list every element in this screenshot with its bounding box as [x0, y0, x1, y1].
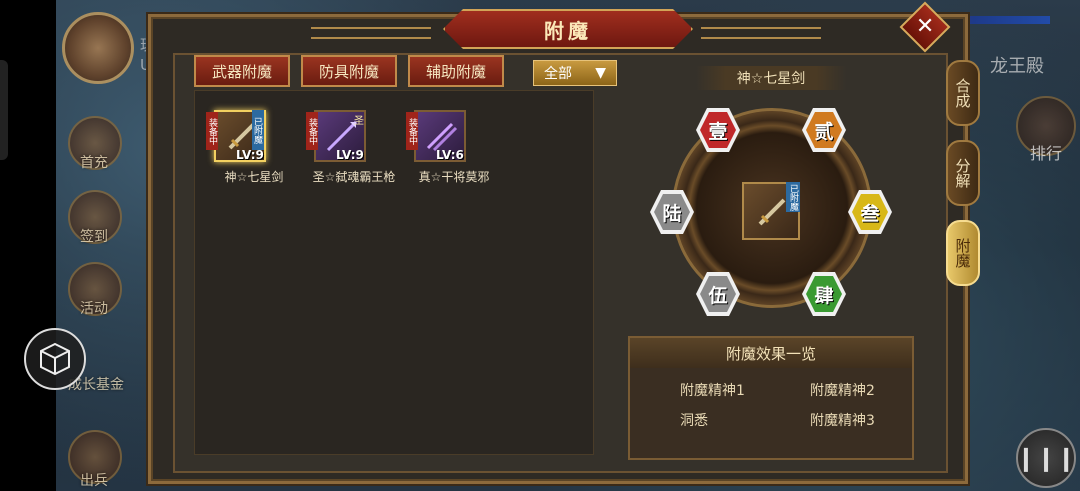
activity-label: 活动 [80, 301, 108, 317]
slot-label: 伍 [708, 284, 728, 307]
close-icon: ✕ [915, 14, 935, 39]
slot-fill: 贰 [806, 112, 842, 148]
equipped-tag: 装备中 [406, 112, 418, 150]
slot-label: 陆 [662, 202, 682, 225]
effect-item: 附魔精神3 [810, 413, 875, 429]
enchanted-tag: 已附魔 [252, 110, 264, 150]
selected-item-title: 神☆七星剑 [696, 66, 846, 90]
tab-armor-enchant[interactable]: 防具附魔 [301, 55, 397, 87]
slot-label: 贰 [814, 120, 834, 143]
tab-accessory-enchant[interactable]: 辅助附魔 [408, 55, 504, 87]
filter-dropdown[interactable]: 全部 ▼ [533, 60, 617, 86]
item-level: LV:9 [336, 148, 364, 162]
effect-item: 附魔精神2 [810, 383, 875, 399]
item-card-ganjiang-moye[interactable]: 装备中 LV:6 真☆干将莫邪 [394, 110, 514, 190]
triangle-down-icon: ▼ [595, 65, 606, 81]
slot-label: 壹 [708, 120, 728, 143]
more-menu-button[interactable]: ❙❙❙ [1016, 428, 1076, 488]
grade-tag: 圣 [354, 116, 364, 127]
equipped-tag: 装备中 [206, 112, 218, 150]
item-level: LV:6 [436, 148, 464, 162]
title-ornament-left [311, 27, 431, 39]
edge-notch [0, 60, 8, 160]
slot-label: 叁 [860, 202, 880, 225]
dispatch-label: 出兵 [80, 473, 108, 489]
effect-item: 洞悉 [680, 413, 708, 429]
ar-cube-button[interactable] [24, 328, 86, 390]
checkin-label: 签到 [80, 229, 108, 245]
menu-bars-icon: ❙❙❙ [1015, 444, 1077, 472]
cube-icon [40, 342, 70, 376]
screen-left-edge [0, 0, 56, 491]
item-level: LV:9 [236, 148, 264, 162]
rank-label: 排行 [1030, 144, 1063, 163]
slot-fill: 壹 [700, 112, 736, 148]
filter-value: 全部 [544, 66, 572, 82]
slot-fill: 叁 [852, 194, 888, 230]
effect-item: 附魔精神1 [680, 383, 745, 399]
first-charge-label: 首充 [80, 155, 108, 171]
tab-compose[interactable]: 合成 [946, 60, 980, 126]
tab-decompose[interactable]: 分解 [946, 140, 980, 206]
tab-enchant[interactable]: 附魔 [946, 220, 980, 286]
player-avatar[interactable] [62, 12, 134, 84]
enchant-effects-box: 附魔效果一览 附魔精神1 附魔精神2 洞悉 附魔精神3 [628, 336, 914, 460]
equipped-tag: 装备中 [306, 112, 318, 150]
selected-item-slot[interactable]: 已附魔 [742, 182, 800, 240]
slot-fill: 伍 [700, 276, 736, 312]
sword-icon [758, 198, 786, 226]
dialog-title: 附魔 [443, 9, 693, 49]
location-label: 龙王殿 [990, 56, 1044, 77]
effects-header: 附魔效果一览 [630, 338, 912, 368]
slot-fill: 肆 [806, 276, 842, 312]
item-name: 真☆干将莫邪 [418, 170, 490, 184]
slot-label: 肆 [814, 284, 834, 307]
enchanted-tag: 已附魔 [786, 182, 800, 212]
slot-fill: 陆 [654, 194, 690, 230]
tab-weapon-enchant[interactable]: 武器附魔 [194, 55, 290, 87]
title-ornament-right [701, 27, 821, 39]
